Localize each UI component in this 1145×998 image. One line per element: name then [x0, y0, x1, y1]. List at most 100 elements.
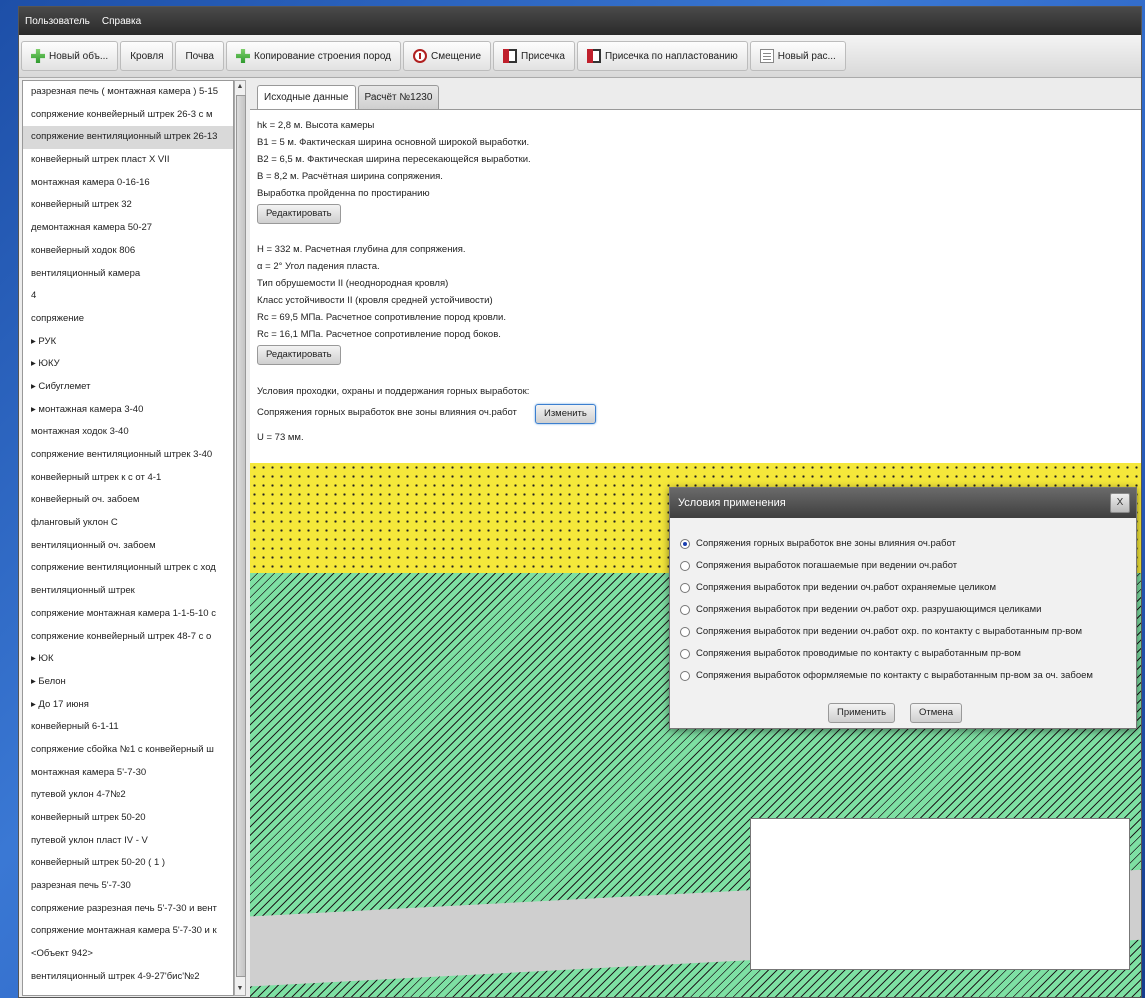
param-line: α = 2° Угол падения пласта.: [257, 261, 380, 272]
radio-button[interactable]: [680, 626, 690, 637]
tree-item[interactable]: конвейерный оч. забоем: [23, 489, 233, 512]
scroll-up-icon[interactable]: ▲: [236, 82, 244, 92]
param-line: B1 = 5 м. Фактическая ширина основной ши…: [257, 137, 530, 148]
menu-user[interactable]: Пользователь: [25, 16, 90, 27]
tree-item[interactable]: ▸ До 17 июня: [23, 694, 233, 717]
new-object-button[interactable]: Новый объ...: [21, 41, 119, 71]
roof-button[interactable]: Кровля: [120, 41, 174, 71]
tree-item[interactable]: сопряжение вентиляционный штрек с ход: [23, 557, 233, 580]
scroll-thumb[interactable]: [236, 95, 246, 977]
tree-item[interactable]: сопряжение вентиляционный штрек и ве: [23, 989, 233, 996]
close-icon[interactable]: X: [1110, 493, 1130, 513]
radio-button[interactable]: [680, 560, 690, 571]
param-line: Выработка пройденна по простиранию: [257, 188, 430, 199]
tree-item[interactable]: ▸ Сибуглемет: [23, 376, 233, 399]
tree-item[interactable]: сопряжение конвейерный штрек 26-3 с м: [23, 104, 233, 127]
tree-item[interactable]: фланговый уклон С: [23, 512, 233, 535]
radio-button[interactable]: [680, 604, 690, 615]
conditions-value: Сопряжения горных выработок вне зоны вли…: [257, 407, 517, 418]
cut-icon: [586, 49, 601, 63]
condition-option[interactable]: Сопряжения выработок при ведении оч.рабо…: [680, 626, 1082, 637]
tree-item[interactable]: конвейерный штрек 32: [23, 194, 233, 217]
tree-item[interactable]: вентиляционный штрек 4-9-27'бис'№2: [23, 966, 233, 989]
edit-geometry-button[interactable]: Редактировать: [257, 204, 341, 224]
tree-item[interactable]: ▸ ЮКУ: [23, 353, 233, 376]
tree-item[interactable]: конвейерный ходок 806: [23, 240, 233, 263]
condition-option[interactable]: Сопряжения выработок при ведении оч.рабо…: [680, 604, 1041, 615]
tree-item[interactable]: монтажная камера 5'-7-30: [23, 762, 233, 785]
object-tree: разрезная печь ( монтажная камера ) 5-15…: [22, 80, 234, 996]
tree-item[interactable]: конвейерный 6-1-11: [23, 716, 233, 739]
new-calculation-button[interactable]: Новый рас...: [749, 41, 846, 71]
cancel-button[interactable]: Отмена: [910, 703, 963, 723]
radio-button[interactable]: [680, 582, 690, 593]
tree-item[interactable]: конвейерный штрек 50-20: [23, 807, 233, 830]
condition-option[interactable]: Сопряжения выработок оформляемые по конт…: [680, 670, 1093, 681]
menu-bar: Пользователь Справка: [19, 7, 1141, 35]
tree-item[interactable]: <Объект 942>: [23, 943, 233, 966]
radio-button[interactable]: [680, 648, 690, 659]
tree-item[interactable]: сопряжение: [23, 308, 233, 331]
tree-item[interactable]: конвейерный штрек к с от 4-1: [23, 467, 233, 490]
dialog-title: Условия применения: [670, 488, 1136, 518]
condition-option[interactable]: Сопряжения горных выработок вне зоны вли…: [680, 538, 956, 549]
condition-option-label: Сопряжения выработок проводимые по конта…: [696, 648, 1021, 659]
condition-option[interactable]: Сопряжения выработок проводимые по конта…: [680, 648, 1021, 659]
green-plus-icon: [31, 49, 45, 63]
tree-item[interactable]: разрезная печь ( монтажная камера ) 5-15: [23, 81, 233, 104]
tree-item[interactable]: конвейерный штрек 50-20 ( 1 ): [23, 852, 233, 875]
apply-button[interactable]: Применить: [828, 703, 896, 723]
tree-item[interactable]: сопряжение сбойка №1 с конвейерный ш: [23, 739, 233, 762]
menu-help[interactable]: Справка: [102, 16, 141, 27]
param-line: Rc = 16,1 МПа. Расчетное сопротивление п…: [257, 329, 501, 340]
tree-item[interactable]: вентиляционный оч. забоем: [23, 535, 233, 558]
condition-option-label: Сопряжения выработок при ведении оч.рабо…: [696, 582, 996, 593]
radio-button[interactable]: [680, 538, 690, 549]
condition-option-label: Сопряжения выработок при ведении оч.рабо…: [696, 604, 1042, 615]
shift-button[interactable]: Смещение: [403, 41, 492, 71]
tree-item[interactable]: сопряжение монтажная камера 5'-7-30 и к: [23, 920, 233, 943]
copy-rock-structure-button[interactable]: Копирование строения пород: [226, 41, 402, 71]
condition-option[interactable]: Сопряжения выработок погашаемые при веде…: [680, 560, 957, 571]
tree-item[interactable]: монтажная камера 0-16-16: [23, 172, 233, 195]
tree-item[interactable]: 4: [23, 285, 233, 308]
cut-button[interactable]: Присечка: [493, 41, 575, 71]
input-data-panel: hk = 2,8 м. Высота камеры B1 = 5 м. Факт…: [250, 109, 1141, 464]
tab-input-data[interactable]: Исходные данные: [257, 85, 356, 110]
tree-item[interactable]: путевой уклон пласт IV - V: [23, 830, 233, 853]
tree-item[interactable]: вентиляционный камера: [23, 263, 233, 286]
edit-rock-button[interactable]: Редактировать: [257, 345, 341, 365]
green-plus-icon: [236, 49, 250, 63]
toolbar: Новый объ... Кровля Почва Копирование ст…: [19, 35, 1141, 78]
change-conditions-button[interactable]: Изменить: [535, 404, 596, 424]
param-line: B = 8,2 м. Расчётная ширина сопряжения.: [257, 171, 443, 182]
tree-item[interactable]: сопряжение монтажная камера 1-1-5-10 с: [23, 603, 233, 626]
floor-button[interactable]: Почва: [175, 41, 224, 71]
cut-bedding-button[interactable]: Присечка по напластованию: [576, 41, 748, 71]
tree-item[interactable]: ▸ монтажная камера 3-40: [23, 399, 233, 422]
tab-calculation[interactable]: Расчёт №1230: [357, 85, 440, 109]
scroll-down-icon[interactable]: ▼: [236, 984, 244, 994]
tree-item[interactable]: вентиляционный штрек: [23, 580, 233, 603]
tree-item[interactable]: ▸ Белон: [23, 671, 233, 694]
tree-item[interactable]: демонтажная камера 50-27: [23, 217, 233, 240]
condition-option-label: Сопряжения выработок при ведении оч.рабо…: [696, 626, 1083, 637]
sidebar-scrollbar[interactable]: ▲ ▼: [234, 80, 246, 996]
param-line: Rc = 69,5 МПа. Расчетное сопротивление п…: [257, 312, 506, 323]
tree-item[interactable]: сопряжение вентиляционный штрек 26-13: [23, 126, 233, 150]
tree-item[interactable]: монтажная ходок 3-40: [23, 421, 233, 444]
displacement-value: U = 73 мм.: [257, 432, 304, 443]
tree-item[interactable]: путевой уклон 4-7№2: [23, 784, 233, 807]
tree-item[interactable]: ▸ РУК: [23, 331, 233, 354]
radio-button[interactable]: [680, 670, 690, 681]
condition-option[interactable]: Сопряжения выработок при ведении оч.рабо…: [680, 582, 996, 593]
tree-item[interactable]: конвейерный штрек пласт X VII: [23, 149, 233, 172]
tree-item[interactable]: сопряжение разрезная печь 5'-7-30 и вент: [23, 898, 233, 921]
param-line: B2 = 6,5 м. Фактическая ширина пересекаю…: [257, 154, 531, 165]
tree-item[interactable]: сопряжение конвейерный штрек 48-7 с о: [23, 626, 233, 649]
drawing-white-box: [750, 818, 1130, 970]
tree-item[interactable]: разрезная печь 5'-7-30: [23, 875, 233, 898]
condition-option-label: Сопряжения выработок погашаемые при веде…: [696, 560, 958, 571]
tree-item[interactable]: ▸ ЮК: [23, 648, 233, 671]
tree-item[interactable]: сопряжение вентиляционный штрек 3-40: [23, 444, 233, 467]
